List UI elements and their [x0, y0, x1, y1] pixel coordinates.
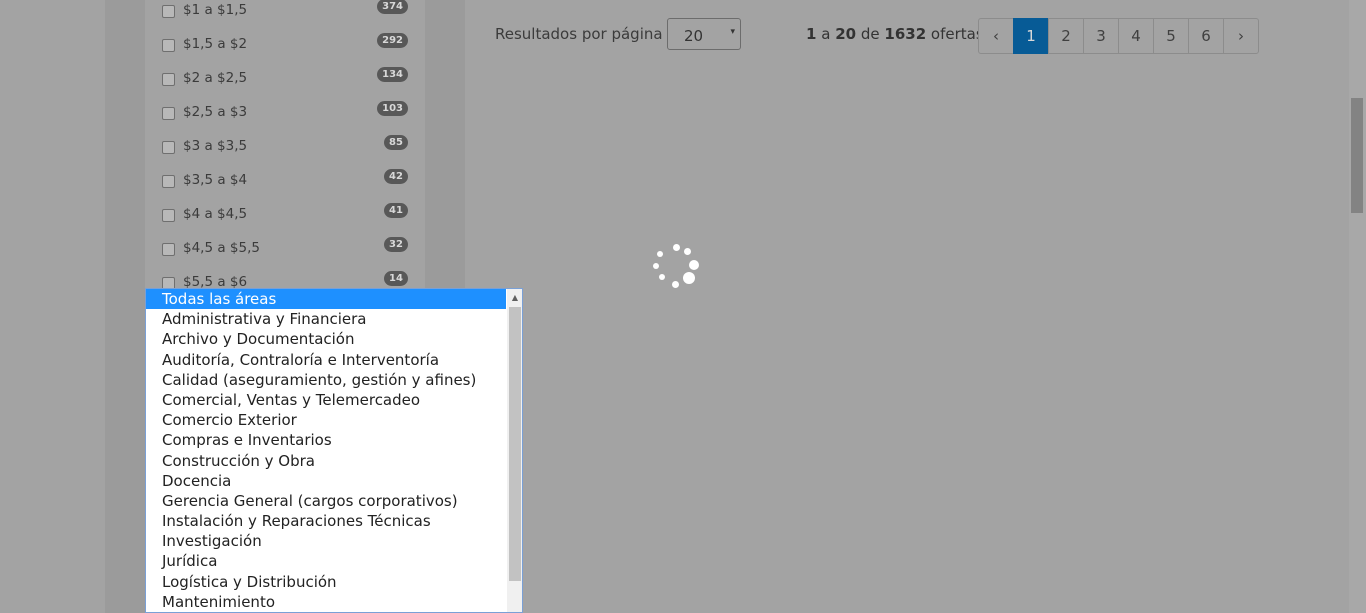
filter-item[interactable]: $3 a $3,5 85: [162, 135, 408, 158]
filter-item[interactable]: $3,5 a $4 42: [162, 169, 408, 192]
spinner-dot: [653, 263, 659, 269]
spinner-dot: [689, 260, 699, 270]
range-start: 1: [806, 25, 817, 43]
spinner-dot: [683, 272, 695, 284]
pagination: ‹ 1 2 3 4 5 6 ›: [978, 18, 1259, 54]
filter-label: $3,5 a $4: [183, 172, 248, 188]
filter-count-badge: 42: [384, 169, 408, 184]
spinner-dot: [659, 274, 665, 280]
of-label: de: [860, 25, 880, 43]
filter-checkbox[interactable]: [162, 209, 175, 222]
filter-count-badge: 103: [377, 101, 408, 116]
spinner-dot: [657, 251, 663, 257]
filter-label: $1,5 a $2: [183, 36, 248, 52]
filter-checkbox[interactable]: [162, 5, 175, 18]
filter-checkbox[interactable]: [162, 107, 175, 120]
dropdown-scrollbar[interactable]: ▲: [507, 289, 522, 612]
filter-label: $1 a $1,5: [183, 2, 248, 18]
page-button-5[interactable]: 5: [1153, 18, 1189, 54]
spinner-dot: [672, 281, 679, 288]
dropdown-option[interactable]: Todas las áreas: [146, 289, 506, 309]
dropdown-option[interactable]: Gerencia General (cargos corporativos): [146, 491, 506, 511]
filter-count-badge: 374: [377, 0, 408, 14]
total-count: 1632: [884, 25, 927, 43]
dropdown-option[interactable]: Logística y Distribución: [146, 572, 506, 592]
chevron-down-icon: ▾: [730, 27, 735, 37]
page-button-2[interactable]: 2: [1048, 18, 1084, 54]
filter-count-badge: 134: [377, 67, 408, 82]
filter-checkbox[interactable]: [162, 141, 175, 154]
filter-label: $2,5 a $3: [183, 104, 248, 120]
results-count: 1 a 20 de 1632 ofertas: [806, 25, 984, 43]
filter-count-badge: 85: [384, 135, 408, 150]
filter-checkbox[interactable]: [162, 175, 175, 188]
prev-page-button[interactable]: ‹: [978, 18, 1014, 54]
dropdown-option[interactable]: Instalación y Reparaciones Técnicas: [146, 511, 506, 531]
filter-count-badge: 32: [384, 237, 408, 252]
filter-item[interactable]: $4 a $4,5 41: [162, 203, 408, 226]
dropdown-option[interactable]: Investigación: [146, 531, 506, 551]
range-end: 20: [835, 25, 857, 43]
filter-count-badge: 41: [384, 203, 408, 218]
filter-label: $3 a $3,5: [183, 138, 248, 154]
filter-label: $4,5 a $5,5: [183, 240, 260, 256]
filter-count-badge: 292: [377, 33, 408, 48]
filter-item[interactable]: $2,5 a $3 103: [162, 101, 408, 124]
filter-item[interactable]: $1,5 a $2 292: [162, 33, 408, 56]
dropdown-option[interactable]: Compras e Inventarios: [146, 430, 506, 450]
per-page-value: 20: [684, 27, 704, 45]
filter-checkbox[interactable]: [162, 243, 175, 256]
spinner-dot: [673, 244, 680, 251]
page-button-1[interactable]: 1: [1013, 18, 1049, 54]
page-button-6[interactable]: 6: [1188, 18, 1224, 54]
dropdown-option[interactable]: Construcción y Obra: [146, 451, 506, 471]
scroll-up-icon[interactable]: ▲: [507, 289, 522, 306]
results-per-page-label: Resultados por página: [495, 25, 663, 43]
filter-count-badge: 14: [384, 271, 408, 286]
filter-label: $2 a $2,5: [183, 70, 248, 86]
filter-label: $4 a $4,5: [183, 206, 248, 222]
filter-checkbox[interactable]: [162, 39, 175, 52]
filter-item[interactable]: $1 a $1,5 374: [162, 0, 408, 22]
filter-item[interactable]: $4,5 a $5,5 32: [162, 237, 408, 260]
page-scrollbar[interactable]: [1349, 0, 1366, 613]
page-button-4[interactable]: 4: [1118, 18, 1154, 54]
dropdown-option[interactable]: Jurídica: [146, 551, 506, 571]
dropdown-option[interactable]: Docencia: [146, 471, 506, 491]
spinner-dot: [684, 248, 691, 255]
filter-item[interactable]: $2 a $2,5 134: [162, 67, 408, 90]
page-button-3[interactable]: 3: [1083, 18, 1119, 54]
page-scrollbar-thumb[interactable]: [1351, 98, 1363, 213]
dropdown-option[interactable]: Auditoría, Contraloría e Interventoría: [146, 350, 506, 370]
dropdown-option[interactable]: Archivo y Documentación: [146, 329, 506, 349]
next-page-button[interactable]: ›: [1223, 18, 1259, 54]
dropdown-option[interactable]: Calidad (aseguramiento, gestión y afines…: [146, 370, 506, 390]
unit-label: ofertas: [930, 25, 984, 43]
area-dropdown-list[interactable]: Todas las áreas Administrativa y Financi…: [145, 288, 523, 613]
filter-checkbox[interactable]: [162, 73, 175, 86]
loading-spinner-icon: [651, 243, 701, 293]
range-separator: a: [821, 25, 831, 43]
dropdown-option[interactable]: Administrativa y Financiera: [146, 309, 506, 329]
dropdown-option[interactable]: Mantenimiento: [146, 592, 506, 612]
dropdown-option[interactable]: Comercio Exterior: [146, 410, 506, 430]
results-per-page-select[interactable]: 20 ▾: [667, 18, 741, 50]
dropdown-option[interactable]: Comercial, Ventas y Telemercadeo: [146, 390, 506, 410]
dropdown-scrollbar-thumb[interactable]: [509, 307, 521, 581]
